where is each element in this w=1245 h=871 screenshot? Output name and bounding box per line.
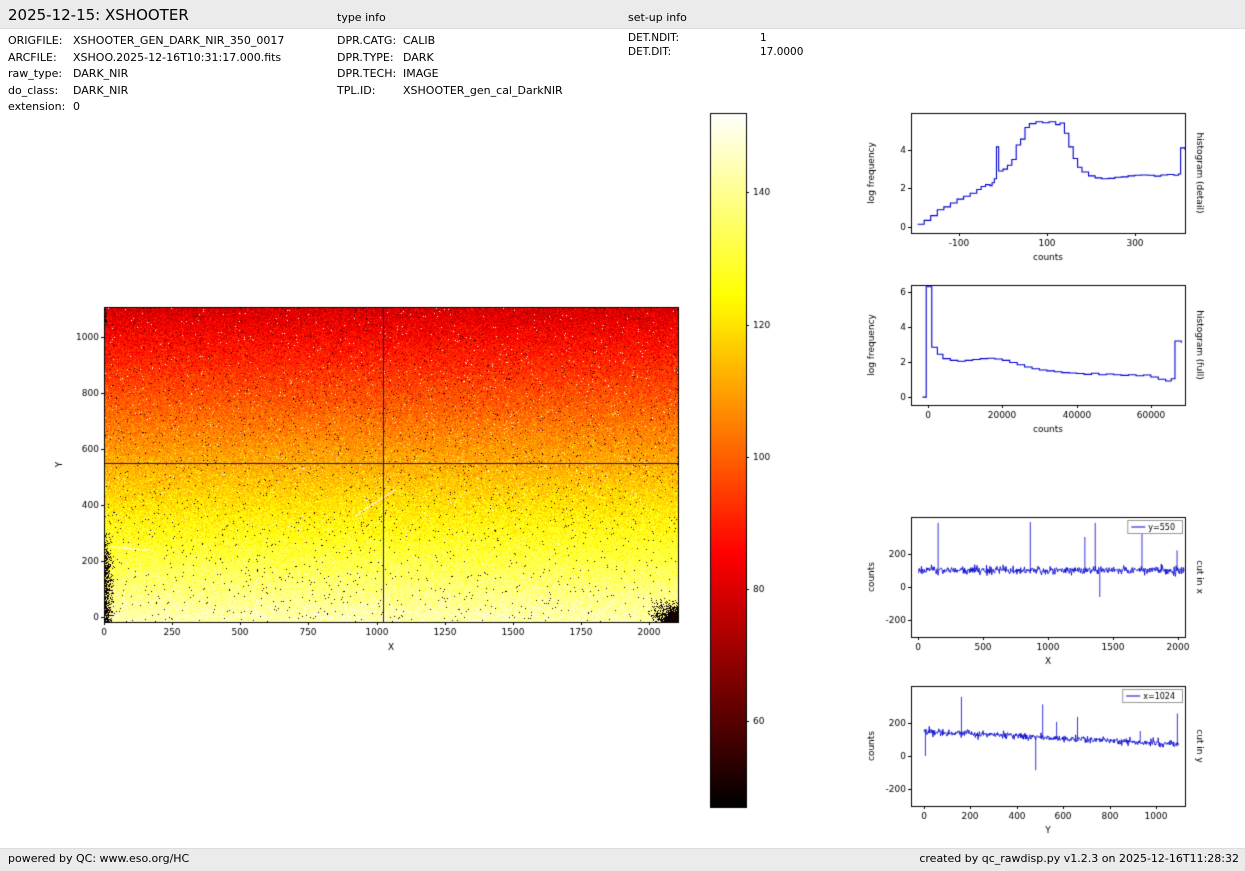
footer-created-by: created by qc_rawdisp.py v1.2.3 on 2025-… (919, 852, 1239, 865)
meta-value: IMAGE (403, 67, 439, 80)
meta-value: 1 (760, 32, 767, 44)
meta-row: DPR.TECH:IMAGE (337, 66, 563, 83)
meta-row: DPR.TYPE:DARK (337, 50, 563, 67)
cut-in-x-plot (860, 504, 1205, 679)
type-info-heading: type info (337, 11, 386, 24)
meta-label: ARCFILE: (8, 50, 73, 67)
meta-label: do_class: (8, 83, 73, 100)
setup-info-block: DET.NDIT:1 DET.DIT:17.0000 (628, 32, 803, 59)
histogram-full-plot (860, 272, 1205, 447)
meta-label: extension: (8, 99, 73, 116)
colorbar (705, 105, 790, 820)
page-title: 2025-12-15: XSHOOTER (8, 6, 189, 24)
histogram-detail-plot (860, 100, 1205, 275)
meta-label: DET.NDIT: (628, 32, 760, 46)
meta-value: DARK_NIR (73, 67, 128, 80)
meta-label: DPR.CATG: (337, 33, 403, 50)
setup-info-heading: set-up info (628, 11, 687, 24)
meta-value: 0 (73, 100, 80, 113)
meta-label: TPL.ID: (337, 83, 403, 100)
meta-value: DARK (403, 51, 434, 64)
meta-row: ORIGFILE:XSHOOTER_GEN_DARK_NIR_350_0017 (8, 33, 284, 50)
meta-label: DET.DIT: (628, 46, 760, 60)
dark-frame-heatmap (50, 295, 690, 660)
meta-row: raw_type:DARK_NIR (8, 66, 284, 83)
meta-row: DET.DIT:17.0000 (628, 46, 803, 60)
meta-row: ARCFILE:XSHOO.2025-12-16T10:31:17.000.fi… (8, 50, 284, 67)
meta-label: DPR.TECH: (337, 66, 403, 83)
meta-row: DET.NDIT:1 (628, 32, 803, 46)
meta-row: DPR.CATG:CALIB (337, 33, 563, 50)
meta-value: 17.0000 (760, 46, 803, 58)
meta-value: XSHOO.2025-12-16T10:31:17.000.fits (73, 51, 281, 64)
meta-label: raw_type: (8, 66, 73, 83)
meta-value: XSHOOTER_GEN_DARK_NIR_350_0017 (73, 34, 284, 47)
type-info-block: DPR.CATG:CALIB DPR.TYPE:DARK DPR.TECH:IM… (337, 33, 563, 99)
meta-row: extension:0 (8, 99, 284, 116)
footer-powered-by: powered by QC: www.eso.org/HC (8, 852, 189, 865)
meta-label: DPR.TYPE: (337, 50, 403, 67)
meta-value: XSHOOTER_gen_cal_DarkNIR (403, 84, 563, 97)
meta-value: CALIB (403, 34, 435, 47)
meta-value: DARK_NIR (73, 84, 128, 97)
meta-row: TPL.ID:XSHOOTER_gen_cal_DarkNIR (337, 83, 563, 100)
file-info-block: ORIGFILE:XSHOOTER_GEN_DARK_NIR_350_0017 … (8, 33, 284, 116)
cut-in-y-plot (860, 673, 1205, 848)
meta-row: do_class:DARK_NIR (8, 83, 284, 100)
meta-label: ORIGFILE: (8, 33, 73, 50)
